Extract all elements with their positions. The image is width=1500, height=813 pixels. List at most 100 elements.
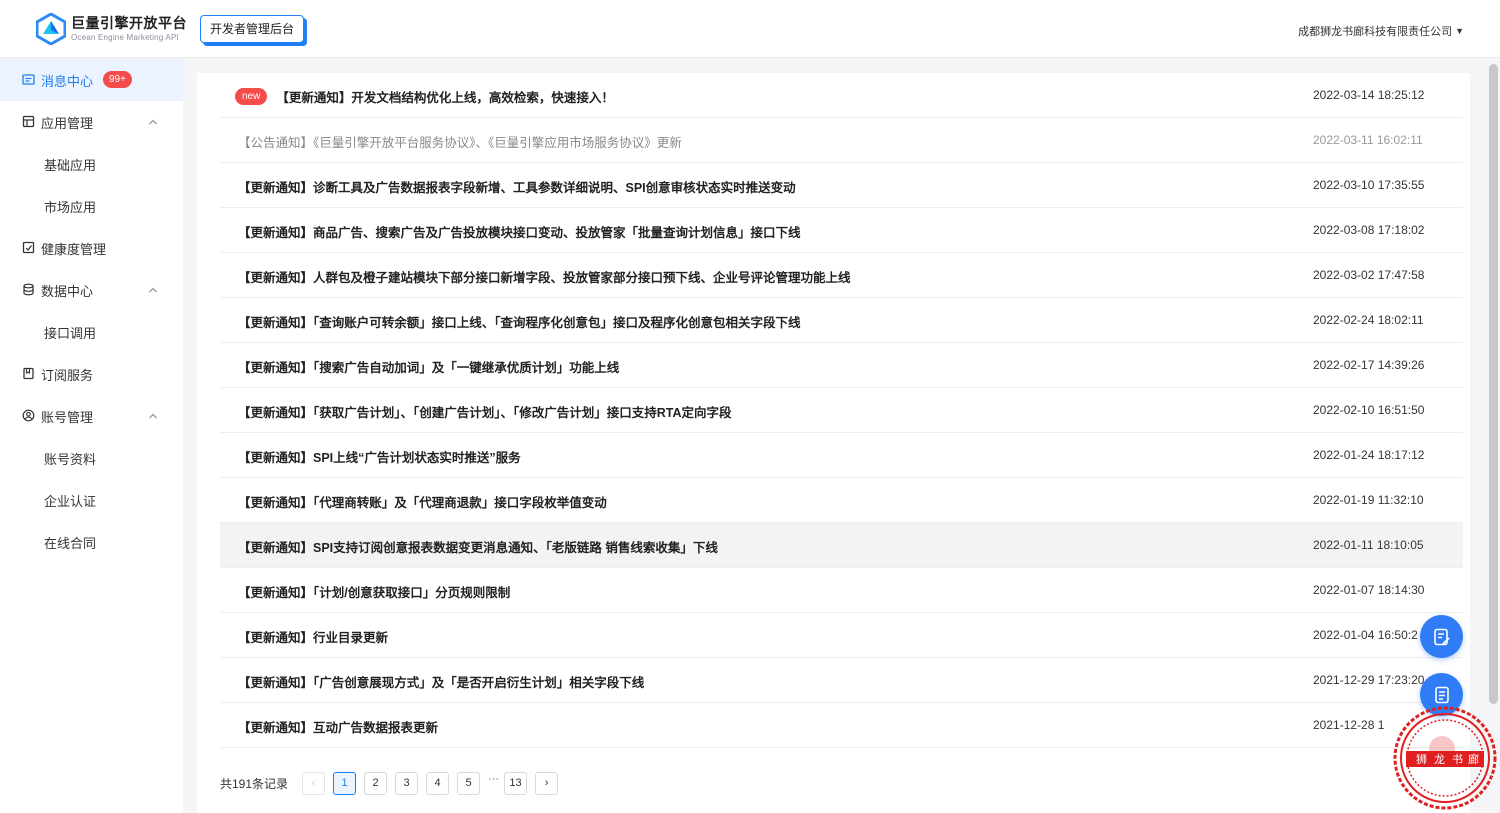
message-time: 2022-03-10 17:35:55 (1313, 178, 1425, 192)
message-row[interactable]: 【公告通知】《巨量引擎开放平台服务协议》、《巨量引擎应用市场服务协议》更新 20… (220, 118, 1463, 163)
sidebar-item-market-apps[interactable]: 市场应用 (0, 185, 183, 227)
pagination: 共191条记录 ‹ 1 2 3 4 5 ··· 13 › (220, 771, 566, 795)
message-time: 2022-02-17 14:39:26 (1313, 358, 1425, 372)
message-time: 2022-01-07 18:14:30 (1313, 583, 1425, 597)
sidebar-item-basic-apps[interactable]: 基础应用 (0, 143, 183, 185)
message-time: 2022-01-04 16:50:2 (1313, 628, 1418, 642)
total-records: 共191条记录 (220, 776, 289, 791)
message-row[interactable]: 【更新通知】人群包及橙子建站模块下部分接口新增字段、投放管家部分接口预下线、企业… (220, 253, 1463, 298)
company-seal-stamp: 狮 龙 书 廊 (1393, 706, 1497, 810)
sidebar-item-label: 消息中心 (41, 73, 94, 89)
message-time: 2021-12-28 1 (1313, 718, 1385, 732)
edit-document-icon (1433, 628, 1450, 645)
message-time: 2022-03-08 17:18:02 (1313, 223, 1425, 237)
chevron-up-icon[interactable] (148, 286, 158, 294)
pagination-ellipsis[interactable]: ··· (488, 773, 499, 785)
next-page-button[interactable]: › (535, 771, 559, 795)
message-time: 2022-01-11 18:10:05 (1313, 538, 1424, 552)
sidebar-item-label: 在线合同 (44, 535, 97, 551)
message-title: 【更新通知】行业目录更新 (238, 631, 389, 645)
message-time: 2021-12-29 17:23:20 (1313, 673, 1425, 687)
message-row[interactable]: 【更新通知】SPI支持订阅创意报表数据变更消息通知、「老版链路 销售线索收集」下… (220, 523, 1463, 568)
message-list-card: new 【更新通知】开发文档结构优化上线，高效检索，快速接入！ 2022-03-… (197, 73, 1470, 813)
brand-subtitle: Ocean Engine Marketing API (71, 33, 179, 42)
page-button-1[interactable]: 1 (333, 771, 357, 795)
sidebar-item-label: 市场应用 (44, 199, 97, 215)
document-icon (1434, 686, 1449, 703)
message-title-text: 【更新通知】开发文档结构优化上线，高效检索，快速接入！ (276, 91, 614, 105)
brand-title: 巨量引擎开放平台 (71, 15, 187, 31)
sidebar-item-data-center[interactable]: 数据中心 (0, 269, 183, 311)
feedback-button[interactable] (1420, 615, 1463, 658)
message-row[interactable]: new 【更新通知】开发文档结构优化上线，高效检索，快速接入！ 2022-03-… (220, 73, 1463, 118)
chevron-up-icon[interactable] (148, 118, 158, 126)
message-row[interactable]: 【更新通知】「广告创意展现方式」及「是否开启衍生计划」相关字段下线 2021-1… (220, 658, 1463, 703)
message-row[interactable]: 【更新通知】「获取广告计划」、「创建广告计划」、「修改广告计划」接口支持RTA定… (220, 388, 1463, 433)
message-time: 2022-02-10 16:51:50 (1313, 403, 1425, 417)
sidebar-item-label: 企业认证 (44, 493, 97, 509)
message-row[interactable]: 【更新通知】「代理商转账」及「代理商退款」接口字段枚举值变动 2022-01-1… (220, 478, 1463, 523)
sidebar-item-enterprise-verification[interactable]: 企业认证 (0, 479, 183, 521)
seal-char: 狮 (1416, 753, 1427, 766)
sidebar-item-label: 账号资料 (44, 451, 97, 467)
message-row[interactable]: 【更新通知】行业目录更新 2022-01-04 16:50:2 (220, 613, 1463, 658)
message-row[interactable]: 【更新通知】互动广告数据报表更新 2021-12-28 1 (220, 703, 1463, 748)
message-title: 【更新通知】「查询账户可转余额」接口上线、「查询程序化创意包」接口及程序化创意包… (238, 316, 801, 330)
message-title: 【更新通知】「搜索广告自动加词」及「一键继承优质计划」功能上线 (238, 361, 620, 375)
account-menu[interactable]: 成都狮龙书廊科技有限责任公司 ▼ (1298, 23, 1464, 39)
sidebar-item-api-calls[interactable]: 接口调用 (0, 311, 183, 353)
message-title: 【更新通知】人群包及橙子建站模块下部分接口新增字段、投放管家部分接口预下线、企业… (238, 271, 851, 285)
message-time: 2022-01-19 11:32:10 (1313, 493, 1424, 507)
message-row[interactable]: 【更新通知】SPI上线“广告计划状态实时推送”服务 2022-01-24 18:… (220, 433, 1463, 478)
message-row[interactable]: 【更新通知】商品广告、搜索广告及广告投放模块接口变动、投放管家「批量查询计划信息… (220, 208, 1463, 253)
account-icon (22, 409, 35, 422)
message-row[interactable]: 【更新通知】「查询账户可转余额」接口上线、「查询程序化创意包」接口及程序化创意包… (220, 298, 1463, 343)
message-row[interactable]: 【更新通知】诊断工具及广告数据报表字段新增、工具参数详细说明、SPI创意审核状态… (220, 163, 1463, 208)
sidebar: 消息中心 99+ 应用管理 基础应用 市场应用 健康度管理 数据中心 接口调用 … (0, 59, 183, 813)
page-button-4[interactable]: 4 (426, 771, 450, 795)
sidebar-item-label: 接口调用 (44, 325, 97, 341)
caret-down-icon: ▼ (1455, 26, 1464, 36)
message-row[interactable]: 【更新通知】「搜索广告自动加词」及「一键继承优质计划」功能上线 2022-02-… (220, 343, 1463, 388)
message-time: 2022-03-14 18:25:12 (1313, 88, 1425, 102)
message-time: 2022-03-02 17:47:58 (1313, 268, 1425, 282)
sidebar-item-label: 健康度管理 (41, 241, 107, 257)
scrollbar-thumb[interactable] (1489, 64, 1498, 704)
message-time: 2022-03-11 16:02:11 (1313, 133, 1423, 147)
sidebar-item-online-contract[interactable]: 在线合同 (0, 521, 183, 563)
sidebar-item-account-management[interactable]: 账号管理 (0, 395, 183, 437)
sidebar-item-label: 订阅服务 (41, 367, 94, 383)
page-button-2[interactable]: 2 (364, 771, 388, 795)
sidebar-item-account-profile[interactable]: 账号资料 (0, 437, 183, 479)
message-title: 【公告通知】《巨量引擎开放平台服务协议》、《巨量引擎应用市场服务协议》更新 (238, 136, 682, 150)
page-button-last[interactable]: 13 (504, 771, 528, 795)
message-title: 【更新通知】「获取广告计划」、「创建广告计划」、「修改广告计划」接口支持RTA定… (238, 406, 732, 420)
sidebar-item-label: 应用管理 (41, 115, 94, 131)
sidebar-item-label: 数据中心 (41, 283, 94, 299)
brand[interactable]: 巨量引擎开放平台 Ocean Engine Marketing API (71, 14, 187, 44)
chevron-up-icon[interactable] (148, 412, 158, 420)
message-title: new 【更新通知】开发文档结构优化上线，高效检索，快速接入！ (235, 87, 614, 106)
sidebar-item-health-management[interactable]: 健康度管理 (0, 227, 183, 269)
bookmark-icon (23, 367, 34, 380)
page-button-3[interactable]: 3 (395, 771, 419, 795)
message-title: 【更新通知】互动广告数据报表更新 (238, 721, 439, 735)
seal-char: 龙 (1434, 753, 1445, 766)
message-time: 2022-02-24 18:02:11 (1313, 313, 1424, 327)
sidebar-item-app-management[interactable]: 应用管理 (0, 101, 183, 143)
database-icon (23, 283, 34, 296)
sidebar-item-label: 账号管理 (41, 409, 94, 425)
message-row[interactable]: 【更新通知】「计划/创意获取接口」分页规则限制 2022-01-07 18:14… (220, 568, 1463, 613)
message-title: 【更新通知】「计划/创意获取接口」分页规则限制 (238, 586, 511, 600)
seal-char: 廊 (1468, 752, 1479, 766)
unread-count-badge: 99+ (103, 71, 132, 88)
developer-console-badge: 开发者管理后台 (200, 15, 305, 43)
prev-page-button[interactable]: ‹ (302, 771, 326, 795)
message-title: 【更新通知】SPI上线“广告计划状态实时推送”服务 (238, 451, 521, 465)
ocean-engine-logo-icon[interactable] (36, 13, 66, 45)
message-title: 【更新通知】「代理商转账」及「代理商退款」接口字段枚举值变动 (238, 496, 607, 510)
page-button-5[interactable]: 5 (457, 771, 481, 795)
message-title: 【更新通知】诊断工具及广告数据报表字段新增、工具参数详细说明、SPI创意审核状态… (238, 181, 796, 195)
sidebar-item-message-center[interactable]: 消息中心 99+ (0, 59, 183, 101)
sidebar-item-subscription[interactable]: 订阅服务 (0, 353, 183, 395)
